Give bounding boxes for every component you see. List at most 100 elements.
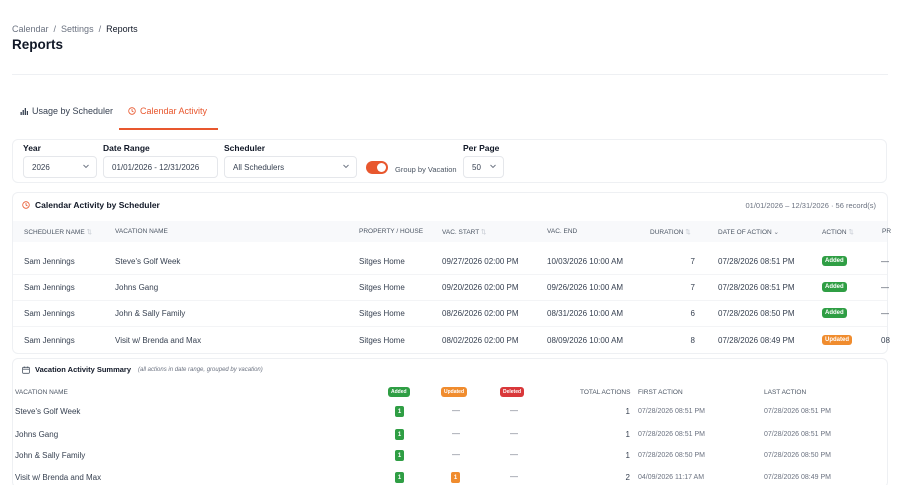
cell-vacation: Johns Gang <box>115 283 159 292</box>
cell-property: Sitges Home <box>359 257 405 266</box>
total-actions: 2 <box>625 473 630 482</box>
scheduler-value: All Schedulers <box>233 162 285 172</box>
last-action: 07/28/2026 08:49 PM <box>764 474 831 481</box>
date-range-input[interactable]: 01/01/2026 - 12/31/2026 <box>103 156 218 178</box>
col-summary-added: Added <box>388 387 410 397</box>
col-summary-first: First Action <box>638 389 683 396</box>
activity-card-title: Calendar Activity by Scheduler <box>22 200 160 210</box>
summary-vacation-name: Visit w/ Brenda and Max <box>15 473 102 482</box>
clock-icon <box>128 107 136 115</box>
status-badge: Added <box>822 256 847 266</box>
cell-duration: 7 <box>690 257 695 266</box>
added-count: 1 <box>395 450 404 461</box>
cell-vacation: Steve's Golf Week <box>115 257 181 266</box>
row-divider <box>13 300 887 301</box>
date-range-value: 01/01/2026 - 12/31/2026 <box>112 162 200 172</box>
activity-title-text: Calendar Activity by Scheduler <box>35 200 160 210</box>
scheduler-select[interactable]: All Schedulers <box>224 156 357 178</box>
cell-scheduler: Sam Jennings <box>24 309 75 318</box>
cell-extra: — <box>881 283 889 292</box>
cell-duration: 8 <box>690 336 695 345</box>
breadcrumb-settings[interactable]: Settings <box>61 24 94 34</box>
col-summary-last: Last Action <box>764 389 807 396</box>
col-vac-end: Vac. End <box>547 228 578 235</box>
deleted-count: — <box>510 472 518 481</box>
status-badge: Added <box>822 308 847 318</box>
cell-date-of-action: 07/28/2026 08:50 PM <box>718 309 795 318</box>
row-divider <box>13 326 887 327</box>
col-date-of-action[interactable]: Date of Action ⌄ <box>718 228 779 236</box>
year-select[interactable]: 2026 <box>23 156 97 178</box>
col-vac-start[interactable]: Vac. Start ⇅ <box>442 228 486 236</box>
summary-vacation-name: Steve's Golf Week <box>15 407 81 416</box>
cell-end: 08/31/2026 10:00 AM <box>547 309 624 318</box>
summary-subtitle: (all actions in date range, grouped by v… <box>138 366 263 373</box>
toggle-knob <box>377 163 386 172</box>
cell-property: Sitges Home <box>359 309 405 318</box>
tab-label: Usage by Scheduler <box>32 106 114 116</box>
updated-count: 1 <box>451 472 460 483</box>
cell-end: 09/26/2026 10:00 AM <box>547 283 624 292</box>
col-duration[interactable]: Duration ⇅ <box>650 228 691 236</box>
summary-card-title: Vacation Activity Summary (all actions i… <box>22 365 263 374</box>
cell-date-of-action: 07/28/2026 08:51 PM <box>718 283 795 292</box>
col-scheduler-name[interactable]: Scheduler Name ⇅ <box>24 228 92 236</box>
status-badge: Updated <box>822 335 852 345</box>
col-summary-updated: Updated <box>441 387 467 397</box>
summary-vacation-name: Johns Gang <box>15 430 59 439</box>
first-action: 07/28/2026 08:50 PM <box>638 452 705 459</box>
col-summary-deleted: Deleted <box>500 387 525 397</box>
group-by-vacation-label: Group by Vacation <box>395 165 457 174</box>
total-actions: 1 <box>625 451 630 460</box>
first-action: 07/28/2026 08:51 PM <box>638 408 705 415</box>
per-page-select[interactable]: 50 <box>463 156 504 178</box>
cell-date-of-action: 07/28/2026 08:51 PM <box>718 257 795 266</box>
first-action: 04/09/2026 11:17 AM <box>638 474 705 481</box>
per-page-label: Per Page <box>463 143 500 153</box>
total-actions: 1 <box>625 407 630 416</box>
updated-count: — <box>452 406 460 415</box>
cell-scheduler: Sam Jennings <box>24 336 75 345</box>
col-summary-total: Total Actions <box>580 389 631 396</box>
cell-end: 08/09/2026 10:00 AM <box>547 336 624 345</box>
cell-duration: 7 <box>690 283 695 292</box>
col-property: Property / House <box>359 228 424 235</box>
cell-scheduler: Sam Jennings <box>24 283 75 292</box>
cell-vacation: Visit w/ Brenda and Max <box>115 336 202 345</box>
breadcrumb-calendar[interactable]: Calendar <box>12 24 49 34</box>
page-title: Reports <box>12 37 64 52</box>
updated-count: — <box>452 450 460 459</box>
chevron-down-icon <box>490 164 496 169</box>
deleted-count: — <box>510 429 518 438</box>
date-range-label: Date Range <box>103 143 150 153</box>
tab-calendar-activity[interactable]: Calendar Activity <box>128 106 207 116</box>
group-by-vacation-toggle[interactable] <box>366 161 388 174</box>
cell-start: 09/20/2026 02:00 PM <box>442 283 519 292</box>
col-vacation-name: Vacation Name <box>115 228 168 235</box>
added-count: 1 <box>395 472 404 483</box>
cell-vacation: John & Sally Family <box>115 309 186 318</box>
col-action[interactable]: Action ⇅ <box>822 228 854 236</box>
clock-icon <box>22 201 30 209</box>
cell-start: 09/27/2026 02:00 PM <box>442 257 519 266</box>
divider <box>12 74 888 75</box>
summary-title-text: Vacation Activity Summary <box>35 365 132 374</box>
breadcrumb-reports: Reports <box>106 24 138 34</box>
cell-extra: 08 <box>881 336 890 345</box>
row-divider <box>13 274 887 275</box>
status-badge: Added <box>822 282 847 292</box>
total-actions: 1 <box>625 430 630 439</box>
cell-extra: — <box>881 309 889 318</box>
cell-scheduler: Sam Jennings <box>24 257 75 266</box>
tab-usage-by-scheduler[interactable]: Usage by Scheduler <box>20 106 113 116</box>
updated-count: — <box>452 429 460 438</box>
cell-date-of-action: 07/28/2026 08:49 PM <box>718 336 795 345</box>
cell-duration: 6 <box>690 309 695 318</box>
cell-extra: — <box>881 257 889 266</box>
cell-start: 08/02/2026 02:00 PM <box>442 336 519 345</box>
cell-property: Sitges Home <box>359 336 405 345</box>
deleted-count: — <box>510 450 518 459</box>
calendar-icon <box>22 366 30 374</box>
last-action: 07/28/2026 08:51 PM <box>764 408 831 415</box>
deleted-count: — <box>510 406 518 415</box>
